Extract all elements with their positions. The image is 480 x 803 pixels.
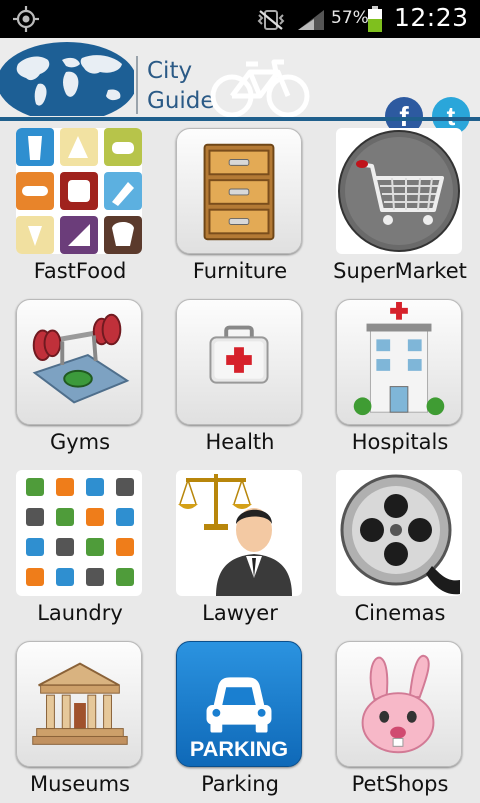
category-label: PetShops [351, 772, 449, 796]
world-map-icon [0, 42, 134, 116]
bicycle-icon [210, 59, 310, 118]
category-label: Hospitals [351, 430, 449, 454]
bunny-icon [336, 641, 462, 767]
fastfood-icon [16, 128, 142, 254]
category-hospitals[interactable]: Hospitals [320, 291, 480, 461]
parking-car-icon: PARKING [176, 641, 302, 767]
gps-icon [13, 6, 39, 32]
status-bar: 57% 12:23 [0, 0, 480, 38]
app-title-line1: City [147, 58, 193, 84]
film-reel-icon [336, 470, 462, 596]
category-museums[interactable]: Museums [0, 633, 160, 803]
signal-strength-icon [298, 10, 324, 30]
category-fastfood[interactable]: FastFood [0, 120, 160, 290]
category-label: Furniture [192, 259, 288, 283]
category-label: FastFood [33, 259, 127, 283]
category-lawyer[interactable]: Lawyer [160, 462, 320, 632]
category-label: Gyms [49, 430, 111, 454]
category-label: Museums [30, 772, 130, 796]
hospital-building-icon [336, 299, 462, 425]
category-label: Health [205, 430, 275, 454]
category-health[interactable]: Health [160, 291, 320, 461]
battery-icon [368, 6, 382, 32]
header-divider [136, 56, 138, 114]
vibrate-mute-icon [257, 10, 285, 30]
parking-caption: PARKING [190, 736, 288, 761]
category-label: Lawyer [202, 601, 278, 625]
category-laundry[interactable]: Laundry [0, 462, 160, 632]
category-grid: FastFood Furniture SuperMarket Gyms Heal… [0, 120, 480, 800]
category-label: Laundry [37, 601, 123, 625]
category-parking[interactable]: PARKING Parking [160, 633, 320, 803]
category-supermarket[interactable]: SuperMarket [320, 120, 480, 290]
category-label: Cinemas [354, 601, 446, 625]
shopping-cart-icon [336, 128, 462, 254]
category-cinemas[interactable]: Cinemas [320, 462, 480, 632]
clock: 12:23 [394, 3, 469, 32]
app-header: City Guide f t [0, 38, 480, 135]
category-label: SuperMarket [333, 259, 467, 283]
category-furniture[interactable]: Furniture [160, 120, 320, 290]
lawyer-scales-icon [176, 470, 302, 596]
laundry-symbols-icon [16, 470, 142, 596]
drawer-cabinet-icon [176, 128, 302, 254]
museum-building-icon [16, 641, 142, 767]
barbell-icon [16, 299, 142, 425]
first-aid-kit-icon [176, 299, 302, 425]
category-gyms[interactable]: Gyms [0, 291, 160, 461]
battery-percent: 57% [331, 8, 369, 28]
category-petshops[interactable]: PetShops [320, 633, 480, 803]
app-title-line2: Guide [147, 88, 215, 114]
category-label: Parking [201, 772, 279, 796]
